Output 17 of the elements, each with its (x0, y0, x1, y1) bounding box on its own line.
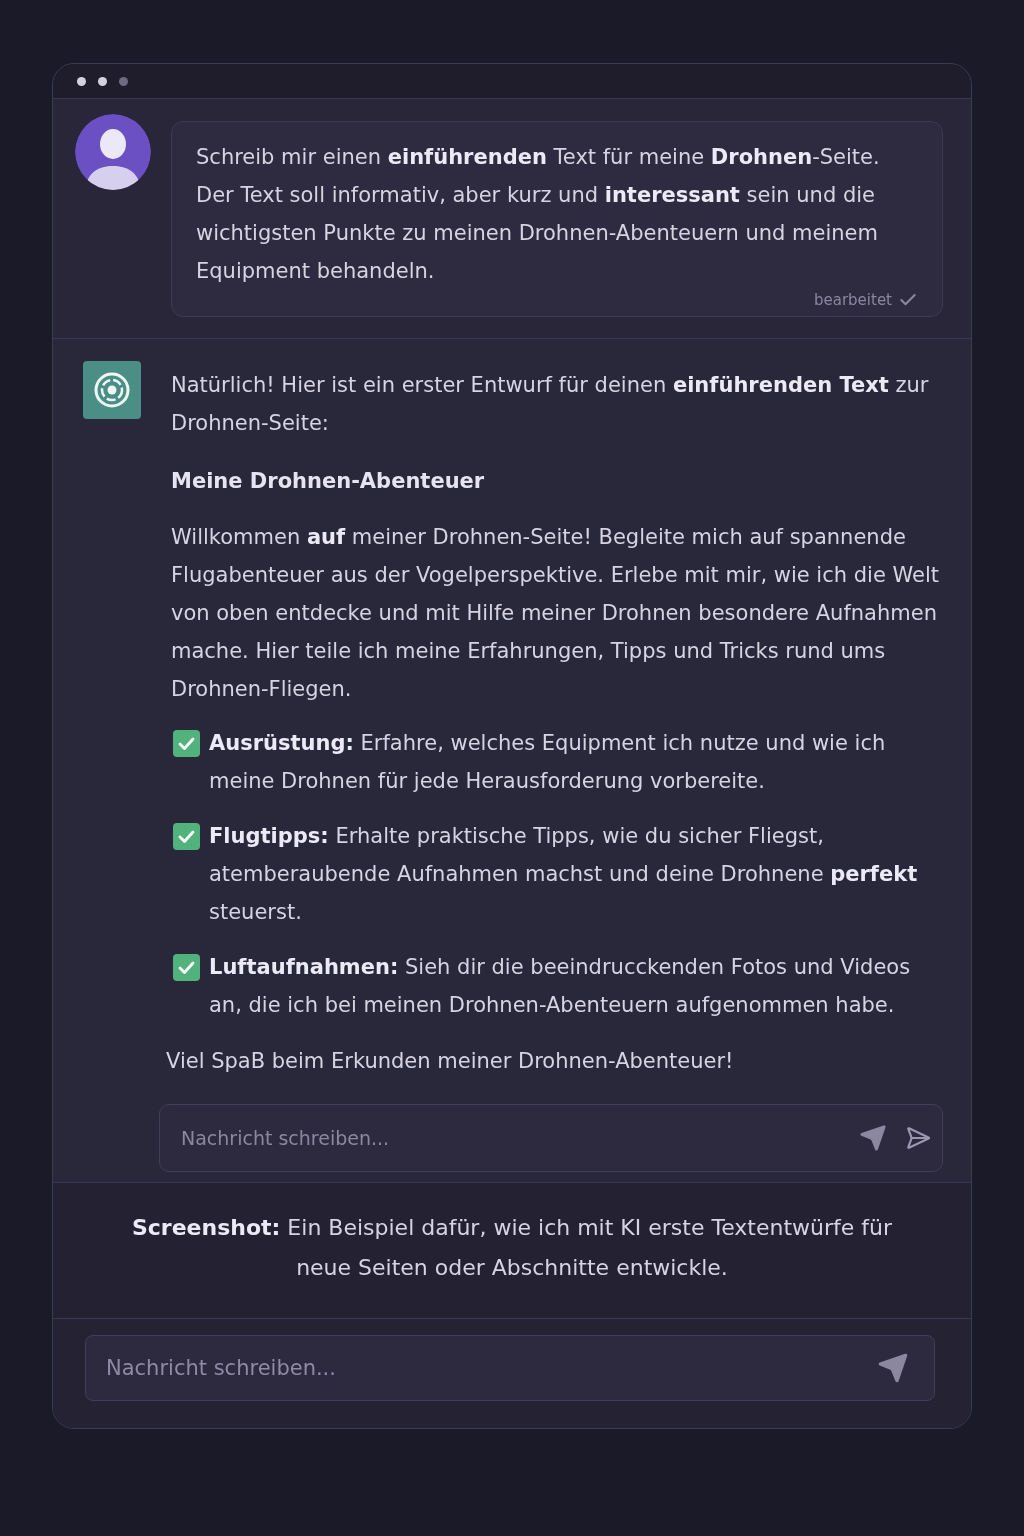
message-input-field[interactable]: Nachricht schreiben... (159, 1104, 943, 1172)
assistant-avatar-icon (83, 361, 141, 419)
message-text: Schreib mir einen einführenden Text für meine Drohnen-Seite. Der Text soll informativ, aber kurz und interessant sein und die wichtigsten Punkte zu meinen Drohnen-Abenteuern und meinem Equipment behandeln. (196, 144, 881, 285)
avatar-icon (75, 114, 151, 190)
checklist-text: Luftaufnahmen: Sieh dir die beeindrucckenden Fotos und Videos an, die ich bei meinen Drohnen-Abenteuern aufgenommen habe. (209, 954, 912, 1019)
edited-label: bearbeitet (813, 290, 892, 310)
send-arrow-icon[interactable] (905, 1125, 931, 1151)
send-icon[interactable] (859, 1124, 887, 1152)
checklist-text: Flugtipps: Erhalte praktische Tipps, wie du sicher Fliegst, atemberaubende Aufnahmen machst und deine Drohnene perfekt steuerst. (209, 823, 919, 926)
draft-heading: Meine Drohnen-Abenteuer (171, 468, 486, 495)
closing-text: Viel SpaB beim Erkunden meiner Drohnen-Abenteuer! (166, 1048, 735, 1075)
caption-text: Screenshot: Ein Beispiel dafür, wie ich mit KI erste Textentwürfe für neue Seiten oder Abschnitte entwickle. (130, 1214, 894, 1282)
send-icon[interactable] (877, 1352, 909, 1384)
intro-text: Natürlich! Hier ist ein erster Entwurf für deinen einführenden Text zur Drohnen-Seite: (171, 372, 930, 437)
checklist-text: Ausrüstung: Erfahre, welches Equipment ich nutze und wie ich meine Drohnen für jede Herausforderung vorbereite. (209, 730, 887, 795)
composer-field[interactable]: Nachricht schreiben... (85, 1335, 935, 1401)
draft-paragraph: Willkommen auf meiner Drohnen-Seite! Begleite mich auf spannende Flugabenteuer aus der Vogelperspektive. Erlebe mit mir, wie ich die Welt von oben entdecke und mit Hilfe meiner Drohnen besondere Aufnahmen mache. Hier teile ich meine Erfahrungen, Tipps und Tricks rund ums Drohnen-Fliegen. (171, 524, 940, 703)
